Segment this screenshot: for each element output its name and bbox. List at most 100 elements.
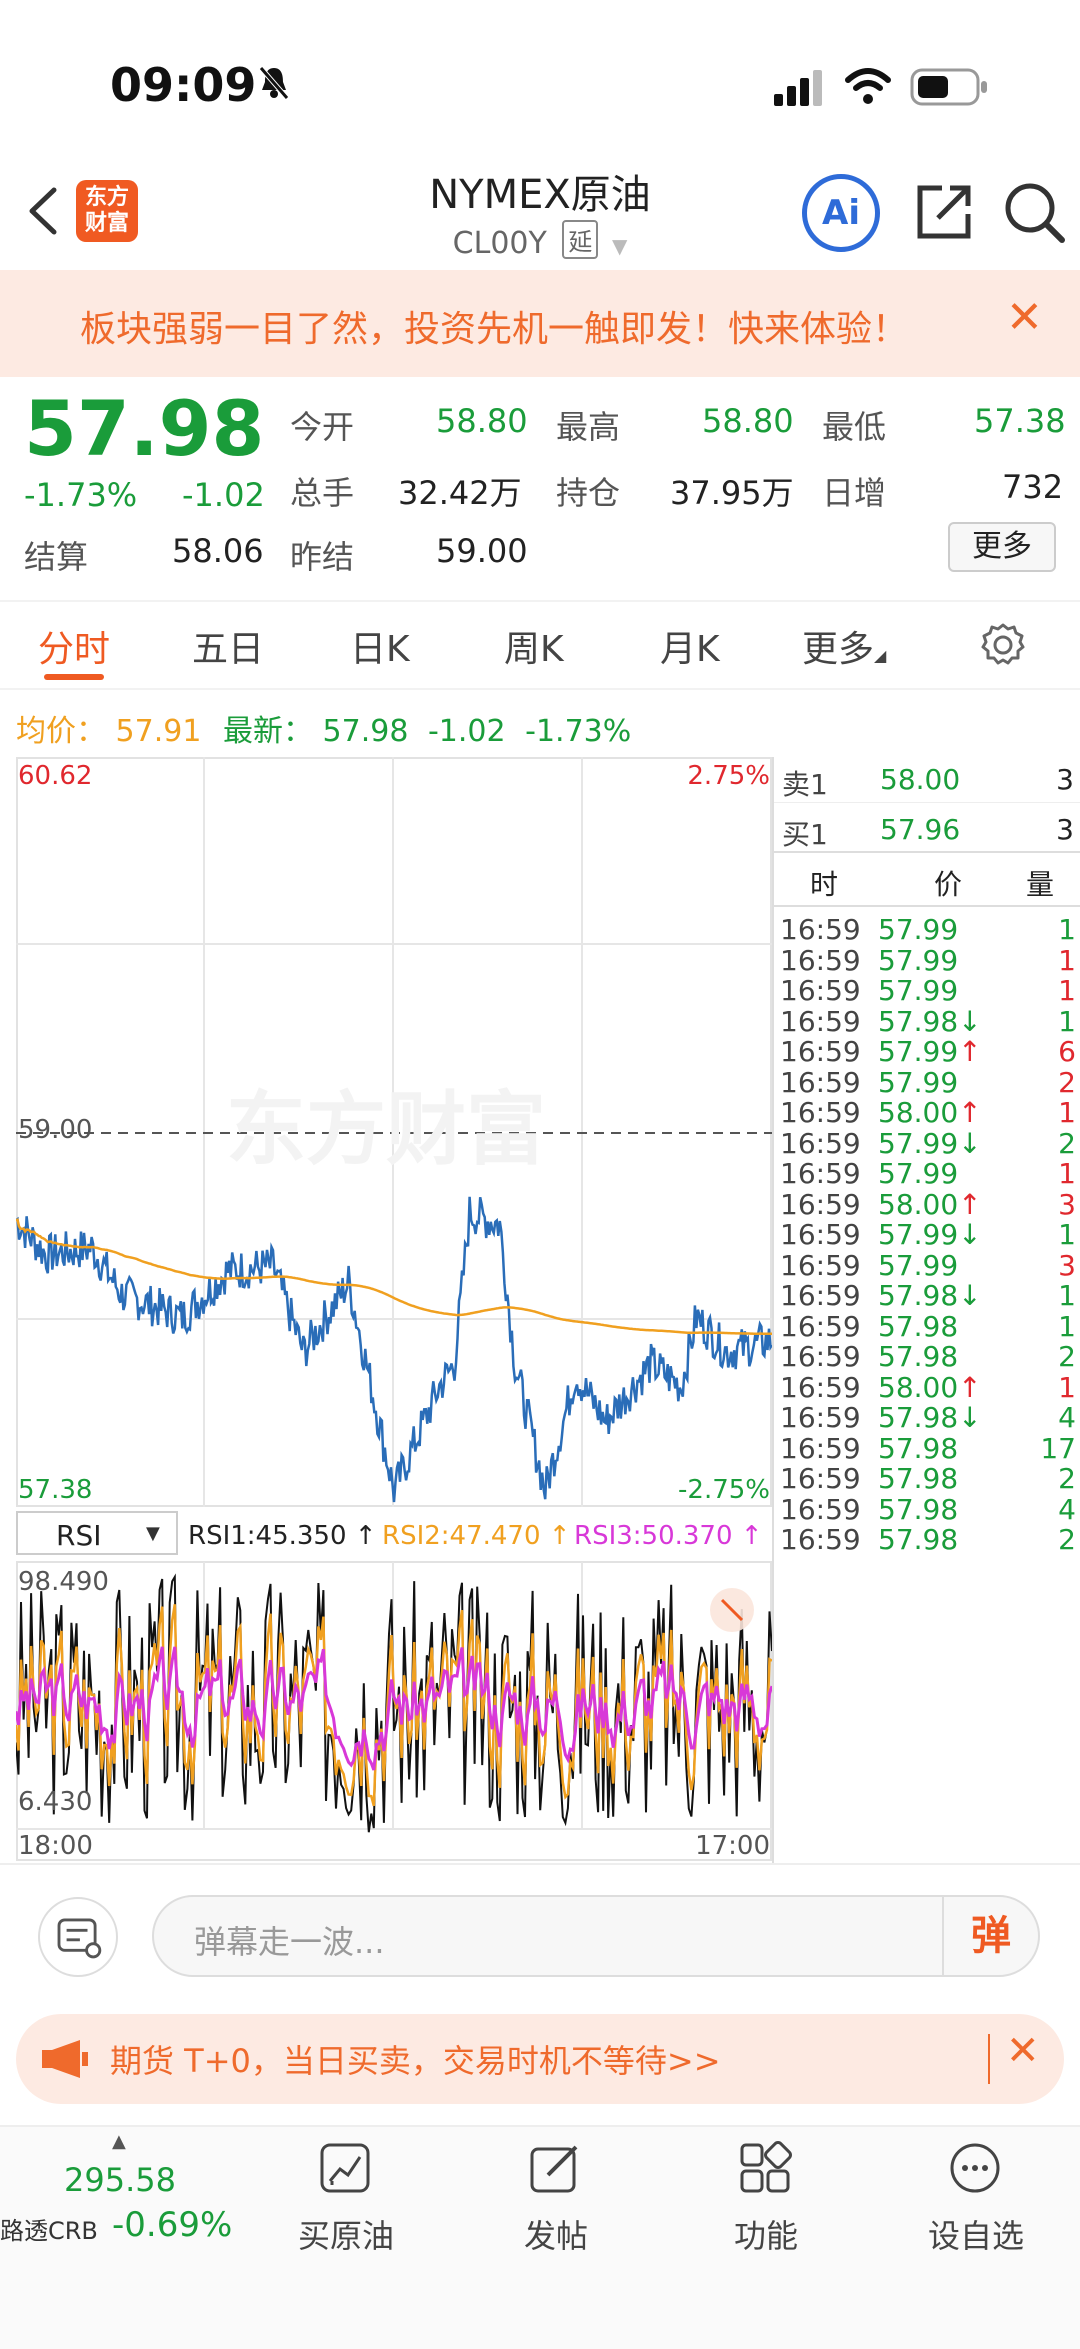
bottom-toolbar: ▲ 295.58 路透CRB -0.69% 买原油 发帖 功能 设自选 (0, 2125, 1080, 2349)
up-arrow-icon: ↑ (958, 1035, 982, 1068)
ref-price-label: 59.00 (18, 1115, 93, 1145)
edit-pencil-icon (530, 2145, 578, 2193)
indicator-name: RSI (56, 1519, 102, 1552)
bid-row: 买1 57.96 3 (774, 807, 1080, 853)
volume-label: 总手 (290, 474, 355, 512)
trade-time: 16:59 (780, 1126, 861, 1160)
feature-banner[interactable]: 板块强弱一目了然，投资先机一触即发！快来体验！ ✕ (0, 270, 1080, 377)
trade-row: 16:59 57.99 1 (774, 1157, 1080, 1190)
down-arrow-icon: ↓ (958, 1401, 982, 1434)
trade-row: 16:59 57.99 1 (774, 944, 1080, 977)
danmaku-settings-icon[interactable] (38, 1897, 118, 1977)
tab-daily-k[interactable]: 日K (350, 620, 410, 672)
settle-value: 58.06 (172, 532, 264, 570)
comment-bar: 弹幕走一波... 弹 (0, 1863, 1080, 1993)
post-button[interactable]: 发帖 (476, 2127, 636, 2267)
contract-symbol: CL00Y (452, 226, 547, 261)
trade-time: 16:59 (780, 1004, 861, 1038)
tab-monthly-k[interactable]: 月K (660, 620, 720, 672)
ask-price: 58.00 (880, 763, 961, 796)
order-book[interactable]: 卖1 58.00 3 买1 57.96 3 时 价 量 16:59 57.99 1 1… (772, 757, 1080, 1863)
more-dots-icon (950, 2143, 1000, 2193)
functions-button[interactable]: 功能 (686, 2127, 846, 2267)
oi-change-value: 732 (1002, 468, 1064, 506)
tab-intraday[interactable]: 分时 (38, 620, 110, 672)
banner-close-icon[interactable]: ✕ (1006, 292, 1043, 343)
trade-price: 57.99↓ (878, 1218, 982, 1251)
rsi3-value: RSI3:50.370 ↑ (574, 1521, 763, 1551)
index-ticker[interactable]: ▲ 295.58 路透CRB -0.69% (0, 2127, 232, 2277)
trade-time: 16:59 (780, 1218, 861, 1251)
tab-five-day[interactable]: 五日 (192, 620, 264, 672)
futures-promo-banner[interactable]: 期货 T+0，当日买卖，交易时机不等待>> ✕ (16, 2014, 1064, 2104)
promo-close-icon[interactable]: ✕ (1006, 2028, 1040, 2074)
volume-value: 32.42万 (398, 474, 522, 512)
app-header: 东方 财富 NYMEX原油 CL00Y 延 ▼ Ai (0, 150, 1080, 270)
down-arrow-icon: ↓ (958, 1279, 982, 1312)
grid-apps-icon (740, 2141, 792, 2193)
latest-label: 最新： (222, 714, 313, 749)
trade-price: 57.98 (878, 1309, 959, 1343)
index-value: 295.58 (64, 2161, 176, 2199)
promo-text: 期货 T+0，当日买卖，交易时机不等待>> (110, 2042, 721, 2080)
danmaku-send-button[interactable]: 弹 (942, 1897, 1038, 1975)
oi-change-label: 日增 (822, 474, 887, 512)
nav-label-functions: 功能 (733, 2217, 798, 2255)
trade-price: 57.98 (878, 1462, 959, 1495)
trade-time: 16:59 (780, 1370, 861, 1404)
trade-volume: 2 (1058, 1523, 1076, 1556)
trade-price: 57.98 (878, 1431, 959, 1465)
change-amount: -1.02 (182, 476, 265, 514)
trade-row: 16:59 57.98 2 (774, 1340, 1080, 1373)
down-arrow-icon: ↓ (958, 1004, 982, 1038)
trade-price: 57.98 (878, 1340, 959, 1373)
tab-more[interactable]: 更多◢ (802, 620, 886, 672)
danmaku-input[interactable]: 弹幕走一波... 弹 (152, 1895, 1040, 1977)
trade-time: 16:59 (780, 1096, 861, 1129)
share-icon[interactable] (912, 180, 976, 244)
trade-price: 58.00↑ (878, 1096, 982, 1129)
trade-volume: 2 (1058, 1126, 1076, 1160)
settle-label: 结算 (24, 538, 89, 576)
trade-price: 57.98↓ (878, 1004, 982, 1038)
trade-volume: 1 (1058, 1157, 1076, 1190)
open-interest-value: 37.95万 (670, 474, 794, 512)
chart-canvas[interactable]: 东方财富 (16, 757, 772, 1863)
settings-gear-icon[interactable] (978, 620, 1028, 670)
chevron-down-icon[interactable]: ▼ (612, 234, 627, 258)
trade-row: 16:59 57.99↑ 6 (774, 1035, 1080, 1068)
danmaku-placeholder: 弹幕走一波... (194, 1923, 385, 1961)
time-end-label: 17:00 (695, 1831, 770, 1861)
intraday-chart[interactable]: 东方财富 60.62 2.75% 59.00 57.38 -2.75% RSI … (16, 757, 772, 1863)
trade-row: 16:59 57.98 2 (774, 1523, 1080, 1556)
buy-crude-button[interactable]: 买原油 (266, 2127, 426, 2267)
add-watchlist-button[interactable]: 设自选 (896, 2127, 1056, 2267)
search-icon[interactable] (1002, 180, 1066, 244)
prev-settle-value: 59.00 (436, 532, 528, 570)
status-time: 09:09 (110, 58, 257, 112)
trade-volume: 2 (1058, 1340, 1076, 1373)
trade-row: 16:59 58.00↑ 1 (774, 1096, 1080, 1129)
tab-weekly-k[interactable]: 周K (504, 620, 564, 672)
up-arrow-icon: ↑ (958, 1187, 982, 1221)
megaphone-icon (42, 2040, 88, 2078)
trade-volume: 1 (1058, 1096, 1076, 1129)
trade-price: 57.98 (878, 1492, 959, 1526)
bid-volume: 3 (1056, 813, 1074, 846)
more-quote-button[interactable]: 更多 (948, 522, 1056, 572)
rsi-top-label: 98.490 (18, 1567, 109, 1597)
signal-icon (774, 70, 822, 106)
trade-time: 16:59 (780, 1157, 861, 1190)
trade-volume: 2 (1058, 1065, 1076, 1099)
indicator-dropdown-icon[interactable]: ▼ (146, 1523, 160, 1544)
up-arrow-icon: ↑ (958, 1096, 982, 1129)
trade-time: 16:59 (780, 1340, 861, 1373)
trade-time: 16:59 (780, 1431, 861, 1465)
chart-period-tabs: 分时 五日 日K 周K 月K 更多◢ (0, 600, 1080, 690)
latest-change-pct: -1.73% (525, 714, 632, 749)
wifi-icon (845, 68, 891, 104)
latest-change: -1.02 (427, 714, 506, 749)
trade-price: 57.99 (878, 1157, 959, 1190)
ai-assistant-button[interactable]: Ai (802, 174, 880, 252)
banner-text: 板块强弱一目了然，投资先机一触即发！快来体验！ (80, 309, 909, 350)
